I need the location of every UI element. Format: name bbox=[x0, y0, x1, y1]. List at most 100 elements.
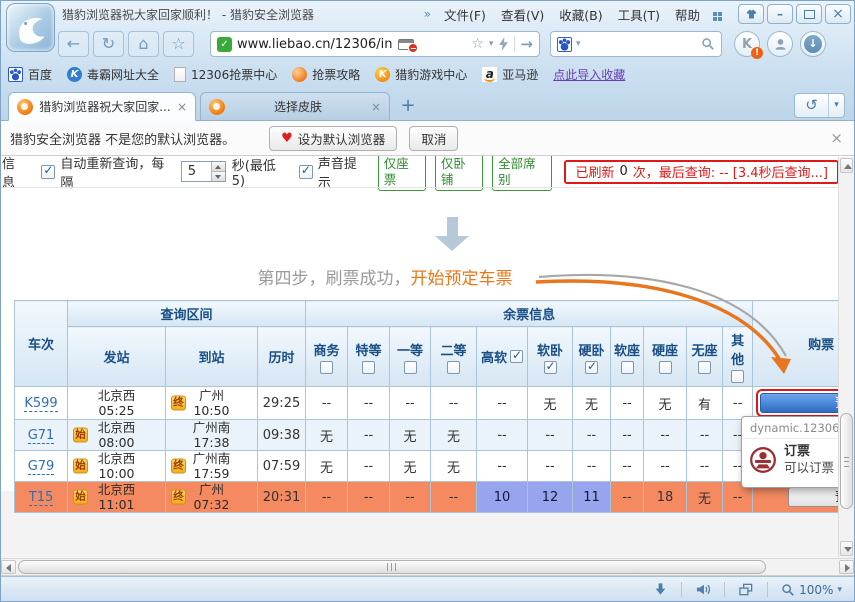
seat-checkbox[interactable] bbox=[320, 361, 333, 374]
status-sound-button[interactable] bbox=[682, 582, 724, 597]
seat-cell: 11 bbox=[573, 482, 611, 513]
close-button[interactable] bbox=[825, 4, 851, 24]
stepper-up-icon[interactable] bbox=[211, 162, 225, 171]
train-number-link[interactable]: T15 bbox=[29, 490, 53, 506]
download-manager-button[interactable] bbox=[800, 31, 826, 57]
sound-checkbox[interactable] bbox=[299, 165, 313, 179]
set-default-browser-button[interactable]: 设为默认浏览器 bbox=[269, 126, 397, 151]
seat-checkbox[interactable] bbox=[544, 361, 557, 374]
bookmark-label: 12306抢票中心 bbox=[191, 66, 277, 83]
arrive-badge-icon: 终 bbox=[171, 490, 186, 505]
seat-cell: 18 bbox=[644, 482, 687, 513]
seat-checkbox[interactable] bbox=[404, 361, 417, 374]
kingsoft-button[interactable] bbox=[734, 31, 760, 57]
menu-item[interactable]: 工具(T) bbox=[618, 5, 660, 24]
status-download-button[interactable] bbox=[640, 582, 681, 597]
zoom-dropdown-icon[interactable] bbox=[837, 585, 842, 595]
favorite-dropdown-icon[interactable] bbox=[489, 39, 494, 49]
scroll-right-button[interactable] bbox=[839, 560, 854, 574]
tab[interactable]: 选择皮肤 bbox=[200, 92, 390, 121]
bookmark-item[interactable]: 抢票攻略 bbox=[292, 66, 360, 83]
favorites-button[interactable] bbox=[163, 31, 194, 57]
bookmark-item[interactable]: 百度 bbox=[8, 66, 52, 83]
back-button[interactable] bbox=[58, 31, 89, 57]
stepper-down-icon[interactable] bbox=[211, 171, 225, 181]
scroll-down-button[interactable] bbox=[840, 541, 853, 556]
train-number-link[interactable]: G79 bbox=[28, 459, 55, 475]
menu-item[interactable]: 帮助 bbox=[675, 5, 700, 24]
add-favorite-icon[interactable] bbox=[471, 36, 484, 52]
seat-checkbox[interactable] bbox=[585, 361, 598, 374]
lightning-icon[interactable] bbox=[498, 37, 509, 51]
seat-cell: -- bbox=[477, 451, 528, 482]
home-button[interactable] bbox=[128, 31, 159, 57]
zoom-control[interactable]: 100% bbox=[768, 583, 855, 597]
train-number-link[interactable]: G71 bbox=[28, 428, 55, 444]
import-favorites-link[interactable]: 点此导入收藏 bbox=[553, 66, 625, 83]
interval-stepper[interactable]: 5 bbox=[181, 161, 226, 182]
seat-checkbox[interactable] bbox=[731, 370, 744, 383]
seat-checkbox[interactable] bbox=[447, 361, 460, 374]
scroll-left-button[interactable] bbox=[1, 560, 16, 574]
seat-cell: -- bbox=[348, 420, 390, 451]
url-text[interactable]: www.liebao.cn/12306/in bbox=[237, 37, 393, 52]
vertical-scrollbar[interactable] bbox=[838, 157, 854, 557]
undo-dropdown-icon[interactable] bbox=[828, 94, 844, 117]
seat-checkbox[interactable] bbox=[510, 350, 523, 363]
menu-item[interactable]: 文件(F) bbox=[444, 5, 486, 24]
address-bar[interactable]: www.liebao.cn/12306/in bbox=[210, 31, 540, 57]
bookmark-item[interactable]: a亚马逊 bbox=[482, 66, 538, 83]
seat-filter-button[interactable]: 全部席别 bbox=[492, 156, 552, 191]
search-engine-dropdown-icon[interactable] bbox=[576, 39, 581, 49]
arrive-cell: 终广州10:50 bbox=[166, 387, 258, 420]
popup-blocked-icon[interactable] bbox=[398, 39, 414, 50]
cancel-button[interactable]: 取消 bbox=[409, 126, 458, 151]
bookmark-item[interactable]: K毒霸网址大全 bbox=[67, 66, 159, 83]
vertical-scroll-thumb[interactable] bbox=[840, 413, 853, 509]
seat-checkbox[interactable] bbox=[621, 361, 634, 374]
apps-grid-icon[interactable] bbox=[713, 12, 717, 16]
depart-col-header: 发站 bbox=[68, 327, 166, 387]
collapse-menu-icon[interactable]: » bbox=[424, 7, 431, 21]
train-col-header: 车次 bbox=[15, 301, 68, 387]
refresh-button[interactable] bbox=[93, 31, 124, 57]
tab-close-icon[interactable] bbox=[177, 100, 187, 114]
seat-filter-button[interactable]: 仅座票 bbox=[378, 156, 426, 191]
train-number-link[interactable]: K599 bbox=[24, 396, 57, 412]
account-button[interactable] bbox=[767, 31, 793, 57]
horizontal-scrollbar[interactable] bbox=[0, 558, 855, 576]
new-tab-button[interactable] bbox=[396, 96, 420, 118]
interval-value[interactable]: 5 bbox=[182, 162, 211, 181]
seat-checkbox[interactable] bbox=[659, 361, 672, 374]
minimize-button[interactable] bbox=[767, 4, 793, 24]
bookmark-item[interactable]: 12306抢票中心 bbox=[174, 66, 277, 83]
scroll-up-button[interactable] bbox=[840, 158, 853, 173]
search-icon[interactable] bbox=[701, 37, 715, 51]
seat-filter-button[interactable]: 仅卧铺 bbox=[435, 156, 483, 191]
bookmark-label: 毒霸网址大全 bbox=[87, 66, 159, 83]
seat-cell: 无 bbox=[390, 451, 431, 482]
menu-item[interactable]: 收藏(B) bbox=[559, 5, 602, 24]
menu-bar: 文件(F) 查看(V) 收藏(B) 工具(T) 帮助 bbox=[444, 5, 700, 24]
skin-button[interactable] bbox=[738, 4, 764, 24]
tab-close-icon[interactable] bbox=[371, 100, 381, 114]
notification-close-icon[interactable] bbox=[830, 129, 843, 147]
menu-item[interactable]: 查看(V) bbox=[501, 5, 544, 24]
status-windows-button[interactable] bbox=[725, 582, 767, 597]
tab-active[interactable]: 猎豹浏览器祝大家回家... bbox=[8, 92, 196, 121]
horizontal-scroll-thumb[interactable] bbox=[18, 560, 766, 574]
status-bar: 100% bbox=[0, 576, 855, 602]
seat-checkbox[interactable] bbox=[698, 361, 711, 374]
auto-refresh-checkbox[interactable] bbox=[41, 165, 55, 179]
bookmark-item[interactable]: K猎豹游戏中心 bbox=[375, 66, 467, 83]
maximize-button[interactable] bbox=[796, 4, 822, 24]
search-box[interactable] bbox=[550, 31, 722, 57]
browser-logo[interactable] bbox=[6, 3, 55, 52]
baidu-paw-icon[interactable] bbox=[557, 37, 572, 52]
seat-col-header: 硬卧 bbox=[573, 327, 611, 387]
go-button[interactable] bbox=[520, 35, 533, 53]
seat-col-label: 软座 bbox=[614, 340, 640, 359]
step-text: 第四步，刷票成功， bbox=[258, 269, 411, 289]
undo-closed-tab-icon[interactable] bbox=[795, 94, 828, 117]
seat-checkbox[interactable] bbox=[362, 361, 375, 374]
